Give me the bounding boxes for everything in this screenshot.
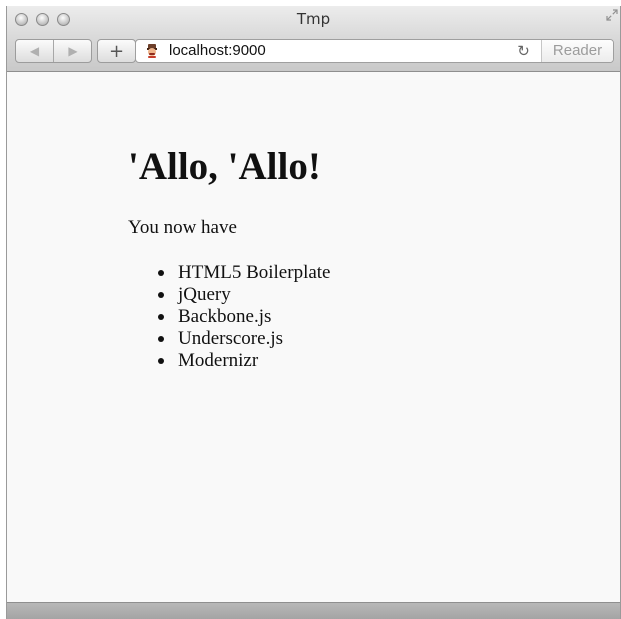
window-title: Tmp — [296, 10, 331, 28]
list-item: Backbone.js — [158, 306, 331, 328]
back-icon: ◀ — [29, 44, 40, 58]
back-button[interactable]: ◀ — [16, 40, 54, 62]
url-text[interactable]: localhost:9000 — [169, 43, 266, 59]
list-item: HTML5 Boilerplate — [158, 262, 331, 284]
plus-icon: + — [108, 40, 125, 62]
fullscreen-icon[interactable] — [606, 9, 618, 21]
intro-text: You now have — [128, 217, 237, 238]
list-item: Modernizr — [158, 350, 331, 372]
list-item-label: Modernizr — [178, 350, 259, 371]
reader-button[interactable]: Reader — [541, 40, 613, 62]
bullet-icon — [158, 336, 164, 342]
list-item-label: HTML5 Boilerplate — [178, 262, 331, 283]
list-item: Underscore.js — [158, 328, 331, 350]
bullet-icon — [158, 358, 164, 364]
forward-icon: ▶ — [68, 44, 78, 58]
browser-toolbar: Tmp ◀ ▶ + localhost:9000 ↻ Reader — [7, 6, 620, 72]
list-item-label: Backbone.js — [178, 306, 272, 327]
navigation-buttons: ◀ ▶ — [15, 39, 92, 63]
bullet-icon — [158, 270, 164, 276]
bullet-icon — [158, 292, 164, 298]
forward-button[interactable]: ▶ — [54, 40, 91, 62]
list-item-label: jQuery — [178, 284, 231, 305]
library-list: HTML5 Boilerplate jQuery Backbone.js Und… — [128, 262, 331, 372]
yeoman-icon — [144, 43, 160, 59]
list-item-label: Underscore.js — [178, 328, 283, 349]
new-tab-button[interactable]: + — [97, 39, 136, 63]
list-item: jQuery — [158, 284, 331, 306]
refresh-icon[interactable]: ↻ — [515, 43, 532, 60]
bullet-icon — [158, 314, 164, 320]
address-bar[interactable]: localhost:9000 ↻ Reader — [135, 39, 614, 63]
page-heading: 'Allo, 'Allo! — [128, 145, 321, 188]
status-bar — [7, 602, 620, 619]
page-content: 'Allo, 'Allo! You now have HTML5 Boilerp… — [7, 72, 620, 602]
browser-window: Tmp ◀ ▶ + localhost:9000 ↻ Reader 'Allo,… — [6, 6, 621, 619]
